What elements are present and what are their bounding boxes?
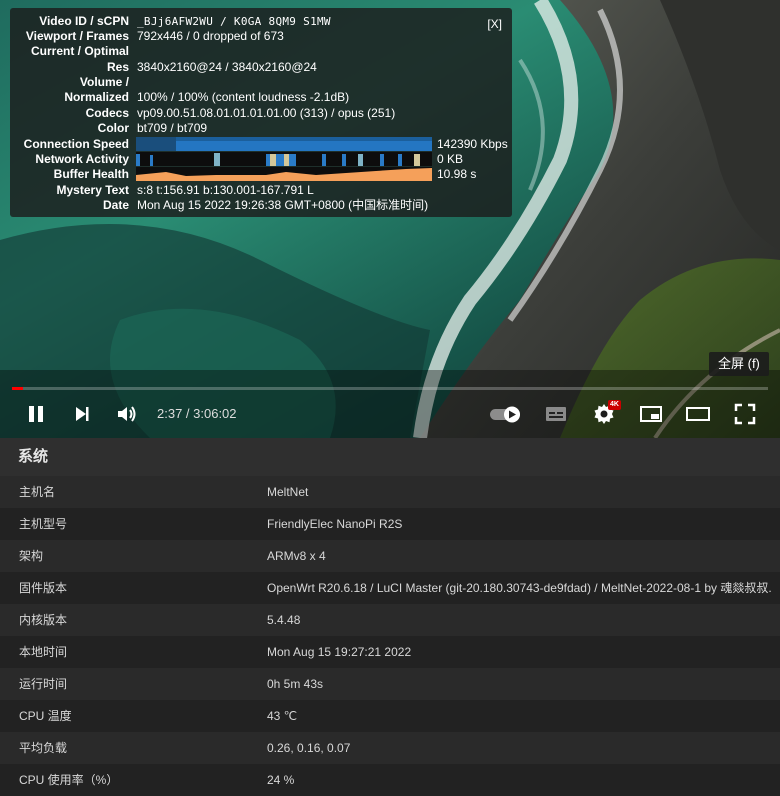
stat-value-res: 3840x2160@24 / 3840x2160@24 [137,60,317,74]
stat-label-volume: Volume / [79,75,129,89]
pause-button[interactable] [20,398,52,430]
buffer-health-graph [136,167,432,181]
video-player[interactable]: [X] Video ID / sCPN _BJj6AFW2WU / K0GA 8Q… [0,0,780,438]
stat-value-codecs: vp09.00.51.08.01.01.01.01.00 (313) / opu… [137,106,396,120]
row-key: 内核版本 [19,613,68,627]
table-row: 平均负载 0.26, 0.16, 0.07 [0,732,780,764]
table-row: 本地时间 Mon Aug 15 19:27:21 2022 [0,636,780,668]
stat-value-mystery-text: s:8 t:156.91 b:130.001-167.791 L [137,183,314,197]
stat-value-buffer-health: 10.98 s [437,167,477,181]
close-stats-button[interactable]: [X] [487,17,502,31]
row-value: OpenWrt R20.6.18 / LuCI Master (git-20.1… [267,581,772,595]
next-button[interactable] [66,398,98,430]
table-row: 内核版本 5.4.48 [0,604,780,636]
row-value: 43 ℃ [267,709,298,723]
stat-label-buffer-health: Buffer Health [53,167,129,181]
fullscreen-button[interactable] [729,398,761,430]
stat-value-viewport: 792x446 / 0 dropped of 673 [137,29,284,43]
autoplay-toggle-icon [490,406,520,423]
row-key: CPU 使用率（%） [19,773,119,787]
quality-badge: 4K [608,400,621,410]
panel-title: 系统 [0,438,780,476]
table-row: 主机型号 FriendlyElec NanoPi R2S [0,508,780,540]
stat-label-normalized: Normalized [64,90,129,104]
volume-icon [118,406,136,422]
row-key: 主机型号 [19,517,68,531]
system-info-panel: 系统 主机名 MeltNet 主机型号 FriendlyElec NanoPi R2… [0,438,780,796]
table-row: CPU 温度 43 ℃ [0,700,780,732]
row-value: ARMv8 x 4 [267,549,326,563]
stats-for-nerds-panel: [X] Video ID / sCPN _BJj6AFW2WU / K0GA 8Q… [10,8,512,217]
stat-value-color: bt709 / bt709 [137,121,208,135]
stat-label-date: Date [102,198,129,212]
stat-label-viewport: Viewport / Frames [25,29,129,43]
stat-value-date: Mon Aug 15 2022 19:26:38 GMT+0800 (中国标准时… [137,198,429,212]
row-key: 平均负载 [19,741,68,755]
stat-value-normalized: 100% / 100% (content loudness -2.1dB) [137,90,350,104]
row-value: 0h 5m 43s [267,677,324,691]
stat-label-connection-speed: Connection Speed [23,137,129,151]
stat-label-network-activity: Network Activity [35,152,129,166]
row-value: 24 % [267,773,295,787]
stat-label-video-id: Video ID / sCPN [39,14,129,28]
subtitles-icon [546,407,566,421]
row-value: 0.26, 0.16, 0.07 [267,741,351,755]
row-key: 主机名 [19,485,56,499]
network-activity-graph [136,152,432,166]
miniplayer-icon [640,406,662,422]
autoplay-toggle[interactable] [488,398,524,430]
progress-played [12,387,23,390]
stat-label-current-optimal: Current / Optimal [30,44,129,58]
time-display: 2:37 / 3:06:02 [157,406,237,421]
stat-value-network-activity: 0 KB [437,152,464,166]
theater-mode-button[interactable] [682,398,714,430]
stat-value-connection-speed: 142390 Kbps [437,137,508,151]
skip-next-icon [76,407,89,421]
row-key: 架构 [19,549,44,563]
miniplayer-button[interactable] [635,398,667,430]
progress-bar[interactable] [12,387,768,390]
row-key: 运行时间 [19,677,68,691]
fullscreen-icon [734,403,756,425]
stat-label-codecs: Codecs [85,106,129,120]
stat-value-video-id: _BJj6AFW2WU / K0GA 8QM9 S1MW [137,15,331,28]
system-info-table: 主机名 MeltNet 主机型号 FriendlyElec NanoPi R2S 架… [0,476,780,796]
table-row: 架构 ARMv8 x 4 [0,540,780,572]
row-key: 本地时间 [19,645,68,659]
row-value: Mon Aug 15 19:27:21 2022 [267,645,412,659]
row-key: CPU 温度 [19,709,72,723]
volume-button[interactable] [111,398,143,430]
stat-label-mystery-text: Mystery Text [56,183,129,197]
row-value: MeltNet [267,485,309,499]
table-row: 主机名 MeltNet [0,476,780,508]
connection-speed-graph [136,137,432,151]
pause-icon [29,406,43,422]
stat-label-res: Res [106,60,129,74]
row-value: 5.4.48 [267,613,301,627]
table-row: 运行时间 0h 5m 43s [0,668,780,700]
fullscreen-tooltip: 全屏 (f) [709,352,769,376]
row-key: 固件版本 [19,581,68,595]
table-row: CPU 使用率（%） 24 % [0,764,780,796]
stat-label-color: Color [97,121,129,135]
theater-mode-icon [686,407,710,421]
table-row: 固件版本 OpenWrt R20.6.18 / LuCI Master (git-… [0,572,780,604]
row-value: FriendlyElec NanoPi R2S [267,517,403,531]
subtitles-button[interactable] [540,398,572,430]
